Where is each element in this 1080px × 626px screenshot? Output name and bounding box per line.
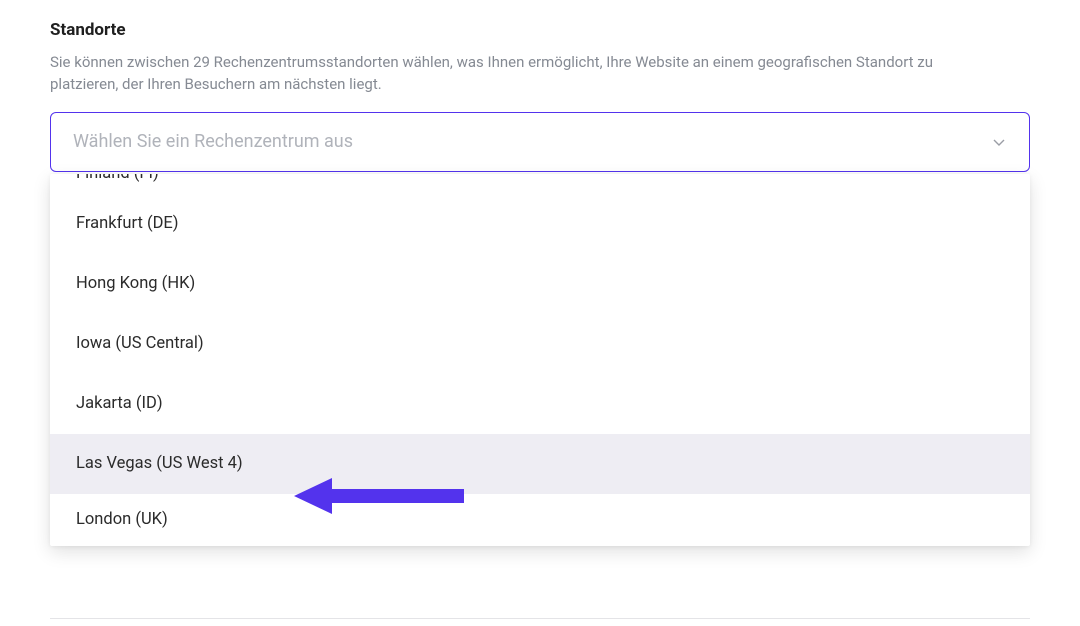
option-label: Frankfurt (DE) <box>76 214 179 233</box>
select-placeholder: Wählen Sie ein Rechenzentrum aus <box>73 131 353 152</box>
option-label: Iowa (US Central) <box>76 334 204 353</box>
option-finland[interactable]: Finland (FI) <box>50 174 1030 194</box>
option-frankfurt[interactable]: Frankfurt (DE) <box>50 194 1030 254</box>
section-heading: Standorte <box>50 20 1030 40</box>
option-las-vegas[interactable]: Las Vegas (US West 4) <box>50 434 1030 494</box>
option-label: Las Vegas (US West 4) <box>76 454 243 473</box>
option-label: Finland (FI) <box>76 174 159 183</box>
datacenter-dropdown: Finland (FI) Frankfurt (DE) Hong Kong (H… <box>50 174 1030 546</box>
section-description: Sie können zwischen 29 Rechenzentrumssta… <box>50 52 1000 96</box>
bottom-divider <box>50 618 1030 626</box>
option-label: London (UK) <box>76 510 168 529</box>
option-iowa[interactable]: Iowa (US Central) <box>50 314 1030 374</box>
option-label: Jakarta (ID) <box>76 394 163 413</box>
chevron-down-icon <box>991 134 1007 150</box>
option-hong-kong[interactable]: Hong Kong (HK) <box>50 254 1030 314</box>
option-jakarta[interactable]: Jakarta (ID) <box>50 374 1030 434</box>
option-label: Hong Kong (HK) <box>76 274 195 293</box>
option-london[interactable]: London (UK) <box>50 494 1030 546</box>
datacenter-select[interactable]: Wählen Sie ein Rechenzentrum aus <box>50 112 1030 172</box>
